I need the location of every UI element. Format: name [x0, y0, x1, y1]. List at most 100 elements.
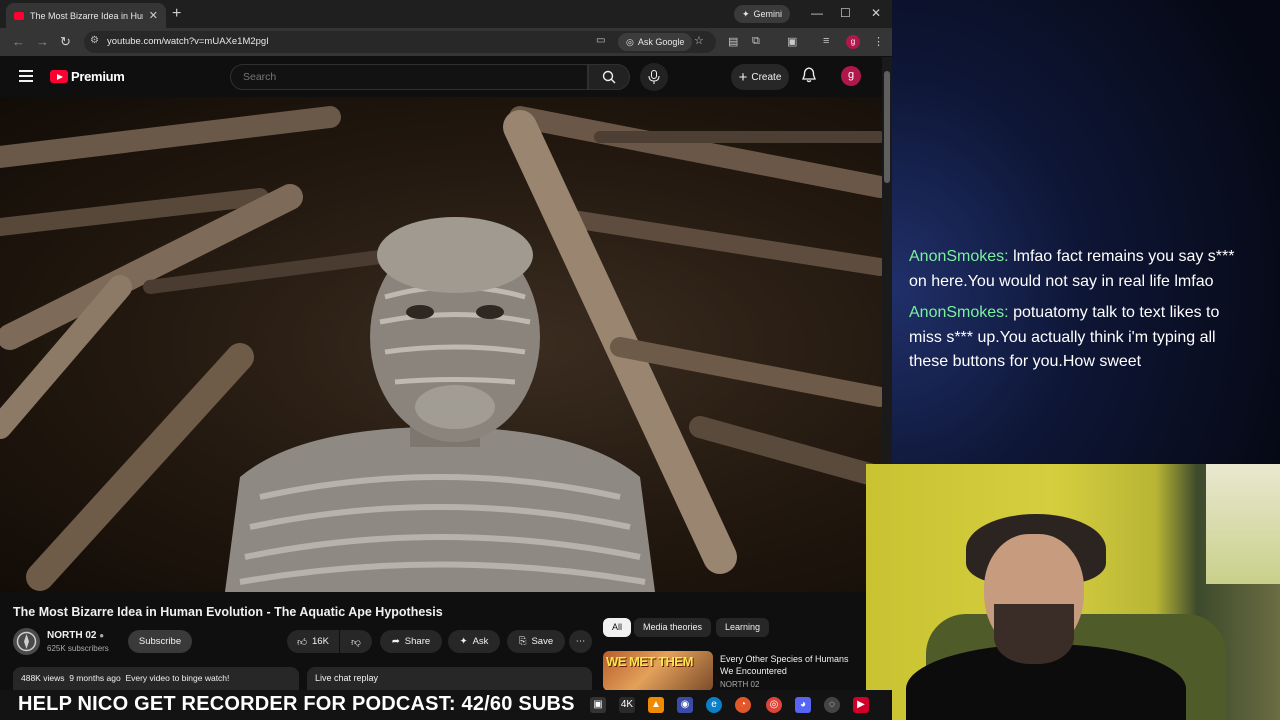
voice-search-button[interactable]	[640, 63, 668, 91]
channel-name[interactable]: NORTH 02 ●	[47, 630, 104, 641]
like-count: 16K	[312, 636, 329, 647]
recommendation-thumbnail[interactable]: WE MET THEM	[603, 651, 713, 690]
chat-message: AnonSmokes: lmfao fact remains you say s…	[909, 245, 1249, 294]
ask-label: Ask	[472, 636, 489, 647]
new-tab-icon[interactable]: +	[172, 5, 181, 23]
close-window-icon[interactable]: ✕	[871, 6, 881, 20]
menu-icon[interactable]	[19, 70, 33, 85]
close-tab-icon[interactable]: ✕	[149, 9, 158, 22]
create-button[interactable]: + Create	[731, 64, 789, 90]
live-chat-replay[interactable]: Live chat replay	[307, 667, 592, 690]
taskbar-discord-icon[interactable]: ◕	[795, 697, 811, 713]
thumbs-down-icon: 👎︎	[351, 636, 361, 648]
minimize-icon[interactable]: —	[811, 6, 823, 20]
taskbar-firefox-icon[interactable]: ◔	[735, 697, 751, 713]
tab-bar: The Most Bizarre Idea in Huma ✕ + ✦ Gemi…	[0, 0, 892, 28]
chip-all[interactable]: All	[603, 618, 632, 637]
thumbnail-text: WE MET THEM	[606, 654, 693, 669]
youtube-brand[interactable]: Premium	[71, 69, 125, 84]
site-info-icon[interactable]: ⚙	[90, 35, 99, 46]
back-icon[interactable]: ←	[12, 34, 25, 49]
banner-text: HELP NICO GET RECORDER FOR PODCAST: 42/6…	[18, 693, 575, 715]
taskbar-edge-icon[interactable]: e	[706, 697, 722, 713]
channel-name-text: NORTH 02	[47, 630, 97, 641]
bookmark-star-icon[interactable]: ☆	[694, 34, 704, 47]
more-horizontal-icon: ⋯	[575, 636, 586, 647]
share-label: Share	[404, 636, 431, 647]
chat-username: AnonSmokes:	[909, 304, 1009, 321]
ask-google-label: Ask Google	[637, 37, 685, 47]
video-info: The Most Bizarre Idea in Human Evolution…	[0, 592, 882, 690]
chip-media-theories[interactable]: Media theories	[634, 618, 712, 637]
install-app-icon[interactable]: ▭	[596, 35, 605, 46]
recommendation-channel[interactable]: NORTH 02	[720, 680, 759, 689]
search-icon	[602, 70, 616, 84]
ask-google-button[interactable]: ◎ Ask Google	[618, 33, 693, 51]
browser-menu-icon[interactable]: ⋮	[873, 35, 884, 48]
search-input[interactable]	[230, 64, 588, 90]
share-button[interactable]: ➦ Share	[380, 630, 442, 653]
thumbs-up-icon: 👍︎	[297, 636, 308, 648]
save-button[interactable]: ⎘ Save	[507, 630, 565, 653]
youtube-header: Premium + Create	[0, 57, 882, 97]
taskbar-chrome-icon[interactable]: ◎	[766, 697, 782, 713]
description-box[interactable]: 488K views 9 months ago Every video to b…	[13, 667, 299, 690]
taskbar-obs-icon[interactable]: ◌	[824, 697, 840, 713]
video-title: The Most Bizarre Idea in Human Evolution…	[13, 605, 443, 619]
sparkle-icon: ✦	[459, 636, 468, 647]
subscriber-count: 625K subscribers	[47, 644, 109, 653]
chip-learning[interactable]: Learning	[716, 618, 770, 637]
gemini-label: Gemini	[753, 9, 783, 19]
gemini-button[interactable]: ✦ Gemini	[734, 5, 791, 23]
address-bar[interactable]: ⚙ youtube.com/watch?v=mUAXe1M2pgI ▭ ◎ As…	[84, 31, 716, 53]
video-frame	[0, 106, 882, 592]
youtube-favicon-icon	[14, 11, 24, 20]
sparkle-icon: ✦	[742, 8, 750, 19]
chat-message: AnonSmokes: potuatomy talk to text likes…	[909, 301, 1249, 375]
share-icon: ➦	[391, 636, 400, 647]
stream-chat: AnonSmokes: lmfao fact remains you say s…	[909, 245, 1249, 382]
reload-icon[interactable]: ↻	[60, 34, 71, 50]
lens-icon: ◎	[626, 36, 634, 47]
channel-logo-icon	[16, 631, 37, 652]
trash-extension-icon[interactable]: ▤	[728, 35, 738, 48]
video-player[interactable]	[0, 97, 882, 592]
sidepanel-icon[interactable]: ▣	[787, 35, 797, 48]
account-avatar[interactable]: g	[841, 66, 861, 86]
taskbar-vlc-icon[interactable]: ▲	[648, 697, 664, 713]
youtube-logo-icon[interactable]	[50, 70, 68, 83]
scrollbar-thumb[interactable]	[884, 71, 890, 183]
description-snippet: Every video to binge watch!	[125, 673, 230, 683]
screen: The Most Bizarre Idea in Huma ✕ + ✦ Gemi…	[0, 0, 1280, 720]
active-tab[interactable]: The Most Bizarre Idea in Huma ✕	[6, 3, 166, 28]
profile-avatar[interactable]: g	[846, 35, 860, 49]
like-button[interactable]: 👍︎ 16K	[287, 630, 339, 653]
taskbar-app2-icon[interactable]: ◉	[677, 697, 693, 713]
webcam-window-background	[1206, 464, 1280, 584]
webcam-person-beard	[994, 604, 1074, 664]
more-actions-button[interactable]: ⋯	[569, 630, 592, 653]
recommendation-title[interactable]: Every Other Species of Humans We Encount…	[720, 653, 860, 677]
verified-icon: ●	[99, 631, 105, 640]
channel-avatar[interactable]	[13, 628, 40, 655]
forward-icon[interactable]: →	[36, 34, 49, 49]
search-button[interactable]	[588, 64, 630, 90]
create-label: Create	[751, 71, 782, 83]
browser-window: The Most Bizarre Idea in Huma ✕ + ✦ Gemi…	[0, 0, 892, 690]
chat-username: AnonSmokes:	[909, 248, 1009, 265]
save-label: Save	[531, 636, 554, 647]
dislike-button[interactable]: 👎︎	[340, 630, 372, 653]
subscribe-button[interactable]: Subscribe	[128, 630, 192, 653]
ask-button[interactable]: ✦ Ask	[448, 630, 500, 653]
extensions-icon[interactable]: ⧉	[752, 35, 760, 48]
taskbar-youtube-icon[interactable]: ▶	[853, 697, 869, 713]
notifications-bell-icon[interactable]	[802, 67, 816, 83]
taskbar-app-icon[interactable]: ▣	[590, 697, 606, 713]
maximize-icon[interactable]: ☐	[840, 6, 851, 20]
webcam-feed	[866, 464, 1280, 720]
url-text: youtube.com/watch?v=mUAXe1M2pgI	[107, 36, 269, 47]
media-controls-icon[interactable]: ≡	[823, 35, 829, 47]
microphone-icon	[648, 70, 660, 84]
taskbar-4k-icon[interactable]: 4K	[619, 697, 635, 713]
publish-time: 9 months ago	[69, 673, 121, 683]
